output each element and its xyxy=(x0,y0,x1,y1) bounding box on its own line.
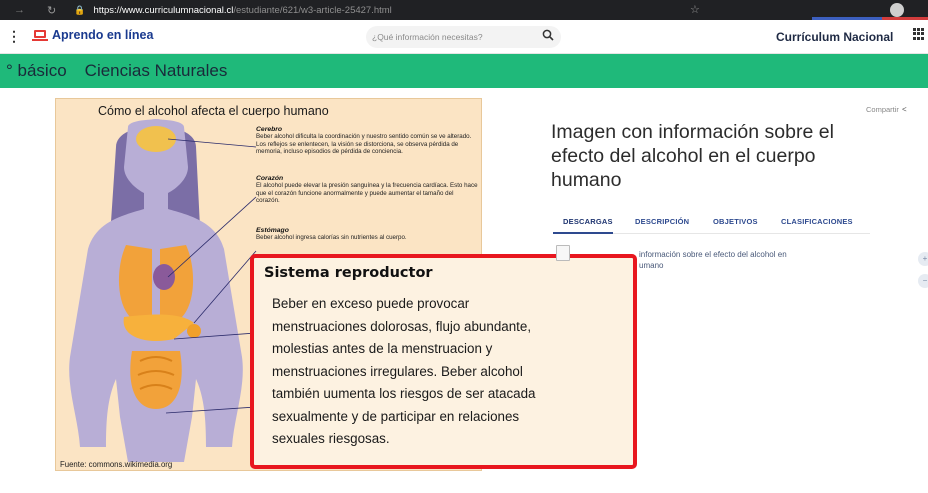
menu-icon[interactable]: ⋮ xyxy=(7,28,21,45)
share-button[interactable]: Compartir < xyxy=(866,105,907,114)
callout-line: sexuales riesgosas. xyxy=(272,431,390,446)
page: → ↻ 🔒 https://www.curriculumnacional.cl/… xyxy=(0,0,928,493)
tab-clasificaciones[interactable]: CLASIFICACIONES xyxy=(781,217,853,226)
file-icon xyxy=(556,245,570,261)
section-heading: Corazón xyxy=(256,175,284,182)
section-text: Beber alcohol ingresa calorías sin nutri… xyxy=(256,234,407,242)
article-tabs: DESCARGAS DESCRIPCIÓN OBJETIVOS CLASIFIC… xyxy=(553,210,870,234)
profile-avatar[interactable] xyxy=(890,3,904,17)
search-box xyxy=(366,26,561,48)
section-stomach: Estómago Beber alcohol ingresa calorías … xyxy=(256,227,478,242)
brand-label: Aprendo en línea xyxy=(52,28,154,42)
forward-icon[interactable]: → xyxy=(14,4,25,16)
tab-descargas[interactable]: DESCARGAS xyxy=(563,217,613,226)
active-tab-indicator xyxy=(553,232,613,234)
site-header: ⋮ Aprendo en línea Currículum Nacional xyxy=(0,20,928,54)
tab-objetivos[interactable]: OBJETIVOS xyxy=(713,217,758,226)
site-name-link[interactable]: Currículum Nacional xyxy=(776,30,893,44)
course-level[interactable]: ° básico xyxy=(6,61,67,81)
share-icon: < xyxy=(901,105,907,114)
lock-icon: 🔒 xyxy=(74,4,86,15)
search-input[interactable] xyxy=(372,29,522,45)
callout-line: sexualmente y de participar en relacione… xyxy=(272,408,520,424)
address-bar[interactable]: https://www.curriculumnacional.cl/estudi… xyxy=(93,5,391,16)
search-icon[interactable] xyxy=(542,29,554,44)
callout-line: Beber en exceso puede provocar xyxy=(272,296,470,311)
infographic-title: Cómo el alcohol afecta el cuerpo humano xyxy=(98,104,329,118)
section-text: El alcohol puede elevar la presión sangu… xyxy=(256,182,478,204)
zoom-in-icon[interactable]: + xyxy=(918,252,928,266)
brand-link[interactable]: Aprendo en línea xyxy=(32,28,154,42)
grid-icon[interactable] xyxy=(913,28,925,40)
course-subject[interactable]: Ciencias Naturales xyxy=(85,61,228,81)
tab-descripcion[interactable]: DESCRIPCIÓN xyxy=(635,217,689,226)
download-line: información sobre el efecto del alcohol … xyxy=(639,250,787,259)
callout-line: menstruaciones dolorosas, flujo abundant… xyxy=(272,318,532,334)
section-heading: Estómago xyxy=(256,227,289,234)
url-path: /estudiante/621/w3-article-25427.html xyxy=(233,4,392,16)
download-line: umano xyxy=(639,261,664,270)
browser-toolbar: → ↻ 🔒 https://www.curriculumnacional.cl/… xyxy=(0,0,928,20)
download-link[interactable]: información sobre el efecto del alcohol … xyxy=(639,249,839,271)
callout-title: Sistema reproductor xyxy=(264,265,433,281)
section-brain: Cerebro Beber alcohol dificulta la coord… xyxy=(256,126,478,155)
url-host: https://www.curriculumnacional.cl xyxy=(93,4,234,16)
callout-line: molestias antes de la menstruacion y xyxy=(272,341,493,356)
reproductive-system-callout: Sistema reproductor Beber en exceso pued… xyxy=(250,254,637,469)
zoom-out-icon[interactable]: − xyxy=(918,274,928,288)
article-title: Imagen con información sobre el efecto d… xyxy=(551,121,834,191)
section-heading: Cerebro xyxy=(256,126,283,133)
bookmark-star-icon[interactable]: ☆ xyxy=(690,3,700,16)
callout-text: Beber en exceso puede provocar menstruac… xyxy=(272,293,627,451)
section-text: Beber alcohol dificulta la coordinación … xyxy=(256,133,472,155)
reload-icon[interactable]: ↻ xyxy=(47,4,56,17)
course-band: ° básico Ciencias Naturales xyxy=(0,54,928,88)
callout-line: también uumenta los riesgos de ser ataca… xyxy=(272,386,536,401)
image-source: Fuente: commons.wikimedia.org xyxy=(60,460,173,469)
callout-line: menstruaciones irregulares. Beber alcoho… xyxy=(272,363,523,379)
share-label: Compartir xyxy=(866,105,899,114)
laptop-icon xyxy=(32,29,48,41)
section-heart: Corazón El alcohol puede elevar la presi… xyxy=(256,175,478,204)
